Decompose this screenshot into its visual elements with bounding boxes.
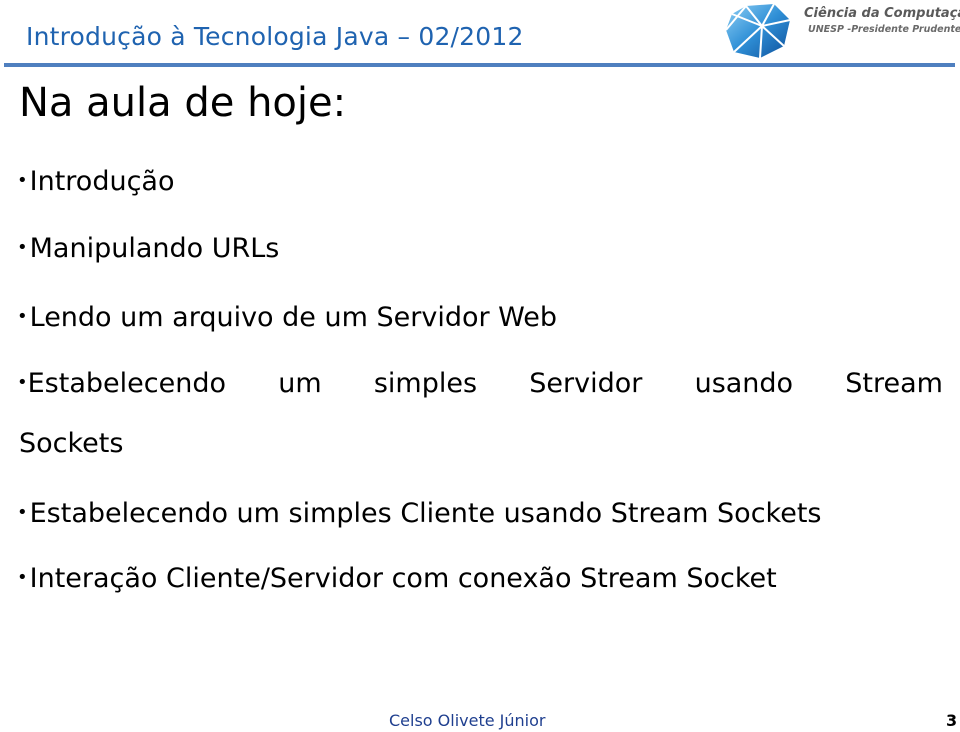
bullet-item: •Interação Cliente/Servidor com conexão … [17,563,777,594]
header-rule [4,63,955,67]
slide-title: Na aula de hoje: [19,80,347,126]
page-number: 3 [946,711,958,730]
bullet-dot: • [17,567,28,588]
bullet-text: Interação Cliente/Servidor com conexão S… [29,563,777,594]
bullet-word: Stream [845,368,943,399]
footer-author: Celso Olivete Júnior [389,711,546,730]
bullet-continuation: Sockets [19,428,124,459]
bullet-word: usando [694,368,794,399]
bullet-word: simples [373,368,478,399]
bullet-dot: • [17,237,28,258]
bullet-item: •Lendo um arquivo de um Servidor Web [17,302,557,333]
bullet-word: Servidor [529,368,643,399]
bullet-item: •Manipulando URLs [17,233,279,264]
bullet-word: •Estabelecendo [17,368,226,399]
bullet-text: Introdução [29,166,175,197]
bullet-dot: • [17,170,28,191]
bullet-text: Manipulando URLs [29,233,280,264]
logo-department-text: Ciência da Computação [804,6,960,21]
logo-university-text: UNESP -Presidente Prudente [808,24,960,35]
bullet-item-justified: •Estabelecendo um simples Servidor usand… [17,368,943,399]
unesp-globe-logo-icon [725,3,791,59]
bullet-word: um [278,368,322,399]
bullet-item: •Introdução [17,166,174,197]
header-title: Introdução à Tecnologia Java – 02/2012 [26,22,524,51]
bullet-dot: • [17,306,28,327]
bullet-dot: • [17,502,28,523]
bullet-text: Estabelecendo um simples Cliente usando … [29,498,822,529]
bullet-dot: • [17,372,28,393]
bullet-text: Lendo um arquivo de um Servidor Web [29,302,558,333]
bullet-item: •Estabelecendo um simples Cliente usando… [17,498,821,529]
